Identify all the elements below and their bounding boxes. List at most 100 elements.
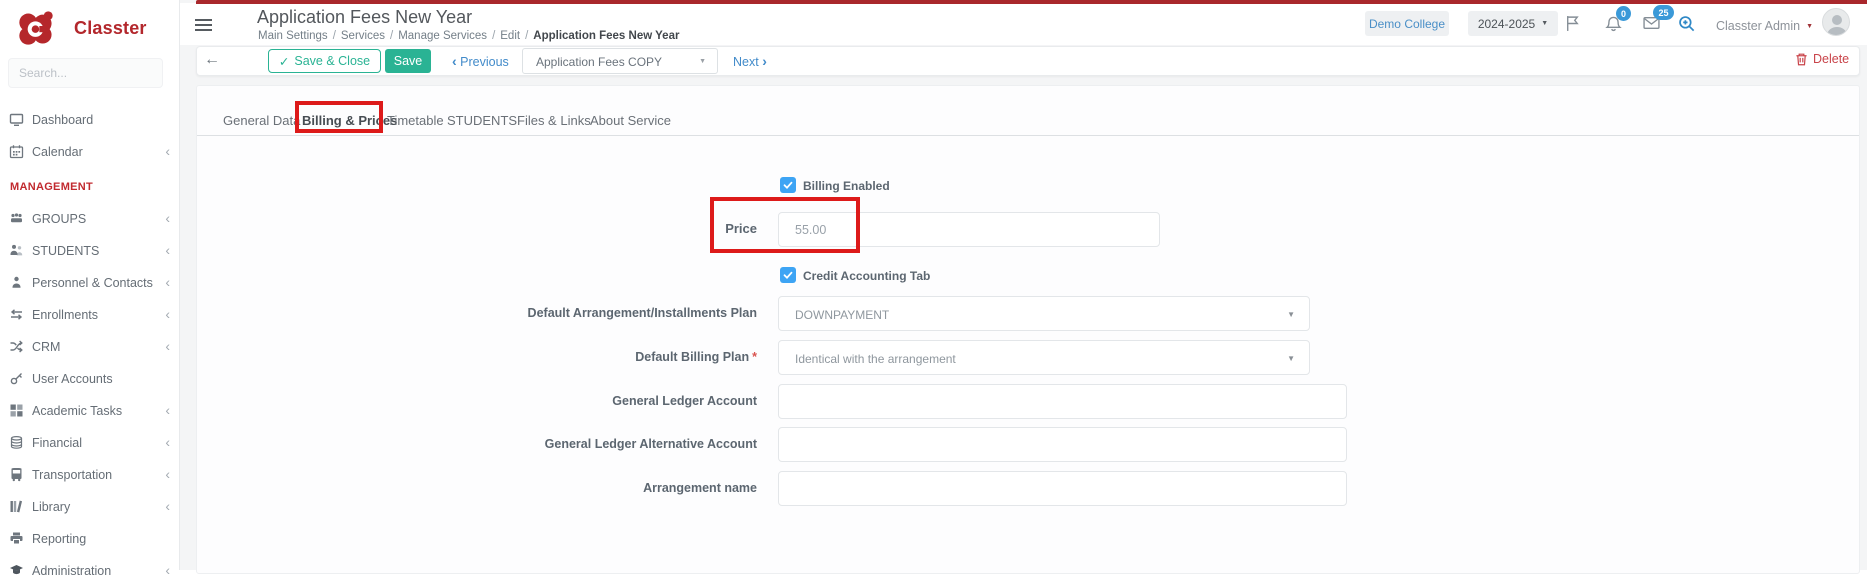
general-ledger-alt-input[interactable] bbox=[778, 427, 1347, 462]
arrangement-plan-select[interactable]: DOWNPAYMENT ▼ bbox=[778, 296, 1310, 331]
coins-icon bbox=[9, 435, 24, 450]
avatar[interactable] bbox=[1822, 8, 1850, 36]
user-menu[interactable]: Classter Admin ▼ bbox=[1716, 19, 1813, 33]
check-icon: ✓ bbox=[279, 54, 289, 69]
save-button[interactable]: Save bbox=[385, 49, 431, 73]
chevron-left-icon: ‹ bbox=[165, 435, 170, 449]
search-input[interactable] bbox=[8, 58, 163, 88]
app-logo-text: Classter bbox=[74, 18, 147, 39]
breadcrumb-separator: / bbox=[333, 30, 336, 42]
caret-down-icon: ▼ bbox=[1806, 23, 1813, 30]
chevron-left-icon: ‹ bbox=[165, 307, 170, 321]
students-icon bbox=[9, 243, 24, 258]
flag-icon[interactable] bbox=[1565, 15, 1580, 37]
general-ledger-alt-label: General Ledger Alternative Account bbox=[357, 437, 757, 451]
academic-period-value: 2024-2025 bbox=[1478, 17, 1535, 31]
chevron-right-icon: › bbox=[762, 53, 767, 69]
tab-billing-prices[interactable]: Billing & Prices bbox=[302, 113, 397, 128]
breadcrumb-item-current: Application Fees New Year bbox=[533, 30, 679, 42]
dashboard-icon bbox=[9, 112, 24, 127]
sidebar-item-label: GROUPS bbox=[32, 212, 86, 226]
save-and-close-button[interactable]: ✓ Save & Close bbox=[268, 49, 381, 73]
sidebar: Classter Dashboard Calendar ‹ MANAGEMENT… bbox=[0, 0, 180, 570]
sidebar-item-administration[interactable]: Administration ‹ bbox=[0, 555, 180, 587]
chevron-left-icon: ‹ bbox=[165, 243, 170, 257]
delete-button[interactable]: Delete bbox=[1795, 52, 1849, 66]
general-ledger-input[interactable] bbox=[778, 384, 1347, 419]
credit-accounting-checkbox[interactable] bbox=[780, 267, 796, 283]
sidebar-item-enrollments[interactable]: Enrollments ‹ bbox=[0, 299, 180, 331]
record-selector-value: Application Fees COPY bbox=[536, 55, 662, 69]
messages-badge: 25 bbox=[1653, 5, 1674, 20]
sidebar-item-calendar[interactable]: Calendar ‹ bbox=[0, 136, 180, 168]
user-name: Classter Admin bbox=[1716, 19, 1800, 33]
breadcrumb-item[interactable]: Edit bbox=[500, 30, 520, 42]
sidebar-item-label: Library bbox=[32, 500, 70, 514]
tab-timetable[interactable]: Timetable bbox=[387, 113, 444, 128]
breadcrumb-separator: / bbox=[390, 30, 393, 42]
sidebar-item-dashboard[interactable]: Dashboard bbox=[0, 104, 180, 136]
sidebar-item-label: User Accounts bbox=[32, 372, 113, 386]
caret-down-icon: ▼ bbox=[1541, 20, 1548, 27]
zoom-in-icon[interactable] bbox=[1678, 15, 1695, 37]
previous-button[interactable]: ‹ Previous bbox=[452, 53, 509, 69]
hamburger-menu-icon[interactable] bbox=[195, 19, 212, 21]
sidebar-item-reporting[interactable]: Reporting bbox=[0, 523, 180, 555]
sidebar-item-user-accounts[interactable]: User Accounts bbox=[0, 363, 180, 395]
save-close-label: Save & Close bbox=[294, 54, 370, 68]
page-header: Application Fees New Year Main Settings /… bbox=[180, 3, 1867, 45]
sidebar-item-crm[interactable]: CRM ‹ bbox=[0, 331, 180, 363]
toolbar bbox=[196, 46, 1860, 76]
billing-enabled-label: Billing Enabled bbox=[803, 179, 890, 193]
sidebar-item-personnel-contacts[interactable]: Personnel & Contacts ‹ bbox=[0, 267, 180, 299]
tab-files-links[interactable]: Files & Links bbox=[517, 113, 591, 128]
chevron-left-icon: ‹ bbox=[452, 53, 457, 69]
sidebar-item-transportation[interactable]: Transportation ‹ bbox=[0, 459, 180, 491]
main-area: Application Fees New Year Main Settings /… bbox=[180, 0, 1867, 570]
caret-down-icon: ▼ bbox=[699, 58, 706, 65]
delete-label: Delete bbox=[1813, 52, 1849, 66]
previous-label: Previous bbox=[460, 55, 509, 69]
record-selector-dropdown[interactable]: Application Fees COPY ▼ bbox=[522, 48, 718, 74]
classter-logo-icon bbox=[16, 8, 56, 48]
arrangement-plan-value: DOWNPAYMENT bbox=[795, 308, 889, 322]
arrangement-name-input[interactable] bbox=[778, 471, 1347, 506]
price-input[interactable] bbox=[778, 212, 1160, 247]
chevron-left-icon: ‹ bbox=[165, 275, 170, 289]
billing-enabled-checkbox[interactable] bbox=[780, 177, 796, 193]
app-logo[interactable]: Classter bbox=[16, 8, 176, 48]
billing-plan-select[interactable]: Identical with the arrangement ▼ bbox=[778, 340, 1310, 375]
breadcrumb-item[interactable]: Manage Services bbox=[398, 30, 487, 42]
groups-icon bbox=[9, 211, 24, 226]
institution-button[interactable]: Demo College bbox=[1365, 11, 1449, 36]
price-label: Price bbox=[357, 221, 757, 236]
notifications-badge: 0 bbox=[1616, 6, 1631, 21]
breadcrumb-item[interactable]: Main Settings bbox=[258, 30, 328, 42]
page-title: Application Fees New Year bbox=[257, 7, 472, 28]
tab-students[interactable]: STUDENTS bbox=[447, 113, 517, 128]
chevron-left-icon: ‹ bbox=[165, 211, 170, 225]
academic-period-selector[interactable]: 2024-2025 ▼ bbox=[1468, 11, 1558, 36]
next-button[interactable]: Next › bbox=[733, 53, 767, 69]
printer-icon bbox=[9, 531, 24, 546]
sidebar-item-groups[interactable]: GROUPS ‹ bbox=[0, 203, 180, 235]
grid-icon bbox=[9, 403, 24, 418]
tab-about-service[interactable]: About Service bbox=[590, 113, 671, 128]
sidebar-item-academic-tasks[interactable]: Academic Tasks ‹ bbox=[0, 395, 180, 427]
chevron-left-icon: ‹ bbox=[165, 144, 170, 158]
sidebar-section-management: MANAGEMENT bbox=[10, 181, 93, 193]
credit-accounting-label: Credit Accounting Tab bbox=[803, 269, 930, 283]
back-arrow-icon[interactable]: ← bbox=[204, 51, 220, 69]
tab-general-data[interactable]: General Data bbox=[223, 113, 300, 128]
person-icon bbox=[9, 275, 24, 290]
key-icon bbox=[9, 371, 24, 386]
breadcrumb-item[interactable]: Services bbox=[341, 30, 385, 42]
breadcrumb-separator: / bbox=[492, 30, 495, 42]
sidebar-item-financial[interactable]: Financial ‹ bbox=[0, 427, 180, 459]
chevron-left-icon: ‹ bbox=[165, 563, 170, 577]
sidebar-item-label: Reporting bbox=[32, 532, 86, 546]
sidebar-item-students[interactable]: STUDENTS ‹ bbox=[0, 235, 180, 267]
breadcrumb: Main Settings / Services / Manage Services / E… bbox=[258, 30, 679, 42]
caret-down-icon: ▼ bbox=[1287, 310, 1295, 319]
sidebar-item-library[interactable]: Library ‹ bbox=[0, 491, 180, 523]
